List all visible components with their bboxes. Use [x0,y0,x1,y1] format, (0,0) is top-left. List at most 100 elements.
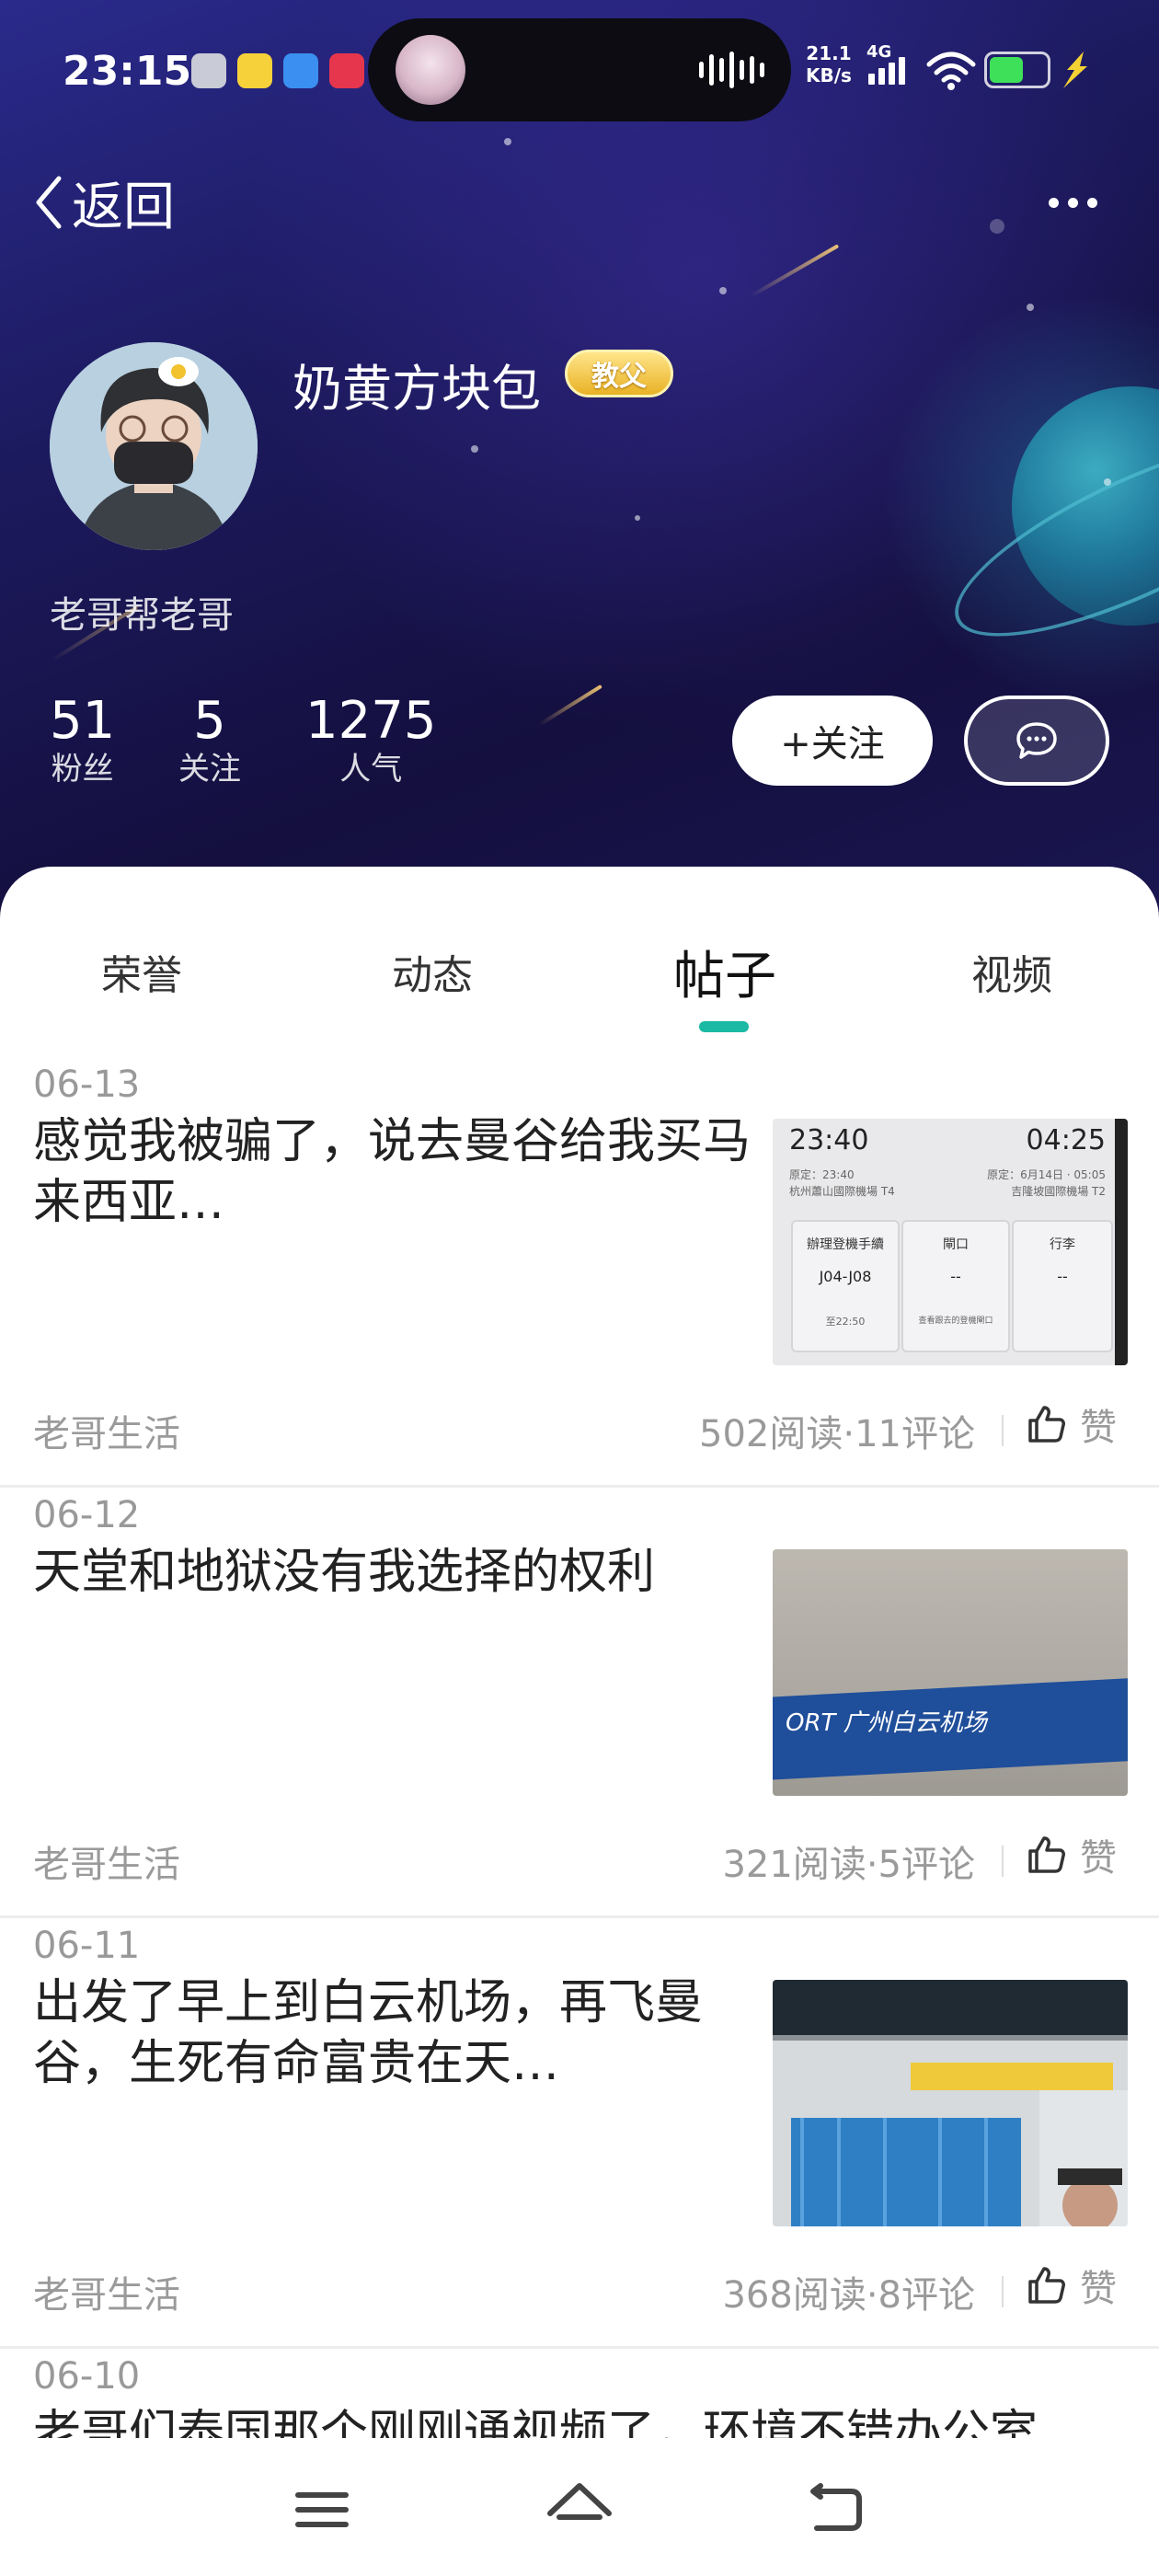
divider [1002,2276,1004,2307]
star-decoration [1027,304,1034,311]
post-thumbnail[interactable]: ORT 广州白云机场 [773,1549,1128,1796]
media-cover-avatar [396,35,465,105]
active-tab-indicator [699,1021,749,1032]
post-item[interactable]: 06-11 出发了早上到白云机场，再飞曼谷，生死有命富贵在天… 老哥生活 368… [0,1915,1159,2349]
post-date: 06-11 [33,1925,141,1967]
like-button[interactable]: 赞 [1027,1829,1117,1880]
tab-bar: 荣誉 动态 帖子 视频 [0,942,1159,1006]
back-icon[interactable] [800,2473,874,2547]
post-category[interactable]: 老哥生活 [33,1834,180,1888]
arrive-time: 04:25 [1026,1124,1106,1156]
card-value: -- [1057,1268,1068,1285]
post-title: 感觉我被骗了，说去曼谷给我买马来西亚… [33,1114,752,1230]
stat-label: 关注 [178,751,241,788]
user-avatar[interactable] [50,342,258,550]
stat-value: 51 [50,691,116,751]
post-item[interactable]: 06-13 感觉我被骗了，说去曼谷给我买马来西亚… 23:40 04:25 原定… [0,1054,1159,1488]
audio-wave-icon [699,52,764,88]
more-dot [1068,197,1078,208]
like-button[interactable]: 赞 [1027,1398,1117,1450]
post-thumbnail[interactable]: 23:40 04:25 原定：23:40 原定：6月14日 · 05:05 杭州… [773,1119,1128,1365]
divider [1002,1846,1004,1877]
star-decoration [504,138,511,145]
content-panel: 荣誉 动态 帖子 视频 06-13 感觉我被骗了，说去曼谷给我买马来西亚… 23… [0,867,1159,2576]
dynamic-island[interactable] [368,18,791,121]
post-item[interactable]: 06-12 天堂和地狱没有我选择的权利 ORT 广州白云机场 老哥生活 321阅… [0,1485,1159,1918]
post-date: 06-13 [33,1064,141,1106]
bolt-icon [1063,52,1087,88]
status-time: 23:15 [63,48,192,95]
post-stats: 368阅读·8评论 [722,2274,975,2317]
airport-sign-text: ORT 广州白云机场 [786,1709,987,1737]
menu-icon[interactable] [285,2473,359,2547]
depart-time: 23:40 [789,1124,869,1156]
back-label: 返回 [72,177,175,237]
like-button[interactable]: 赞 [1027,2260,1117,2311]
more-dot [1049,197,1059,208]
tab-honor[interactable]: 荣誉 [101,942,182,1001]
stat-value: 5 [193,691,226,751]
post-title: 天堂和地狱没有我选择的权利 [33,1545,656,1600]
notification-app-icons [191,53,364,88]
home-icon[interactable] [543,2473,616,2547]
meteor-decoration [537,684,602,727]
avatar-illustration [50,342,258,550]
post-category[interactable]: 老哥生活 [33,1404,180,1457]
depart-airport: 杭州蕭山國際機場 T4 [789,1185,895,1198]
depart-plan: 原定：23:40 [789,1168,855,1181]
back-button[interactable]: 返回 [33,166,175,239]
follow-button[interactable]: +关注 [732,696,933,786]
rank-badge[interactable]: 教父 [565,350,673,397]
star-decoration [719,287,727,294]
card-note: 查看跟去的登機閘口 [918,1317,993,1326]
system-navigation-bar [0,2438,1159,2576]
star-decoration [1104,478,1111,486]
net-speed-unit: KB/s [806,64,852,86]
divider [1002,1415,1004,1446]
gate-card: 閘口 -- 查看跟去的登機閘口 [901,1220,1010,1352]
wifi-icon [926,52,976,90]
post-date: 06-12 [33,1494,141,1536]
tab-activity[interactable]: 动态 [392,942,473,1001]
post-category[interactable]: 老哥生活 [33,2265,180,2318]
message-button[interactable] [964,696,1109,786]
app-icon-4 [329,53,364,88]
user-signature: 老哥帮老哥 [50,594,234,637]
tab-videos[interactable]: 视频 [971,942,1052,1001]
more-dot [1087,197,1097,208]
card-title: 行李 [1050,1237,1075,1252]
post-thumbnail[interactable] [773,1980,1128,2226]
checkin-card: 辦理登機手續 J04-J08 至22:50 [791,1220,900,1352]
stat-following[interactable]: 5 关注 [178,692,241,788]
stat-value: 1275 [305,691,437,751]
post-stats: 502阅读·11评论 [699,1413,975,1455]
chat-bubble-icon [1016,722,1057,759]
star-decoration [635,515,640,521]
post-date: 06-10 [33,2355,141,2398]
more-options-button[interactable] [1049,184,1113,221]
post-stats: 321阅读·5评论 [722,1844,975,1886]
stat-popularity: 1275 人气 [305,692,437,788]
card-note: 至22:50 [825,1316,866,1328]
chevron-left-icon [36,176,62,229]
thumbs-up-icon [1028,1406,1065,1443]
net-speed: 21.1 KB/s [806,42,852,86]
app-icon-2 [237,53,272,88]
status-bar: 23:15 21.1 KB/s 4G [0,18,1159,121]
signal-icon: 4G [866,42,918,94]
tab-posts[interactable]: 帖子 [673,935,776,1009]
battery-icon [984,52,1050,88]
meteor-decoration [750,244,840,298]
card-title: 辦理登機手續 [807,1237,884,1252]
app-icon-1 [191,53,226,88]
stat-label: 人气 [339,751,403,788]
star-decoration [990,219,1004,234]
username: 奶黄方块包 [293,360,541,418]
card-value: J04-J08 [819,1268,872,1285]
arrive-plan: 原定：6月14日 · 05:05 [987,1168,1106,1181]
photo-edge [1115,1119,1128,1365]
stat-fans[interactable]: 51 粉丝 [50,692,115,788]
app-icon-3 [283,53,318,88]
thumbs-up-icon [1028,2267,1065,2304]
stat-label: 粉丝 [51,751,114,788]
